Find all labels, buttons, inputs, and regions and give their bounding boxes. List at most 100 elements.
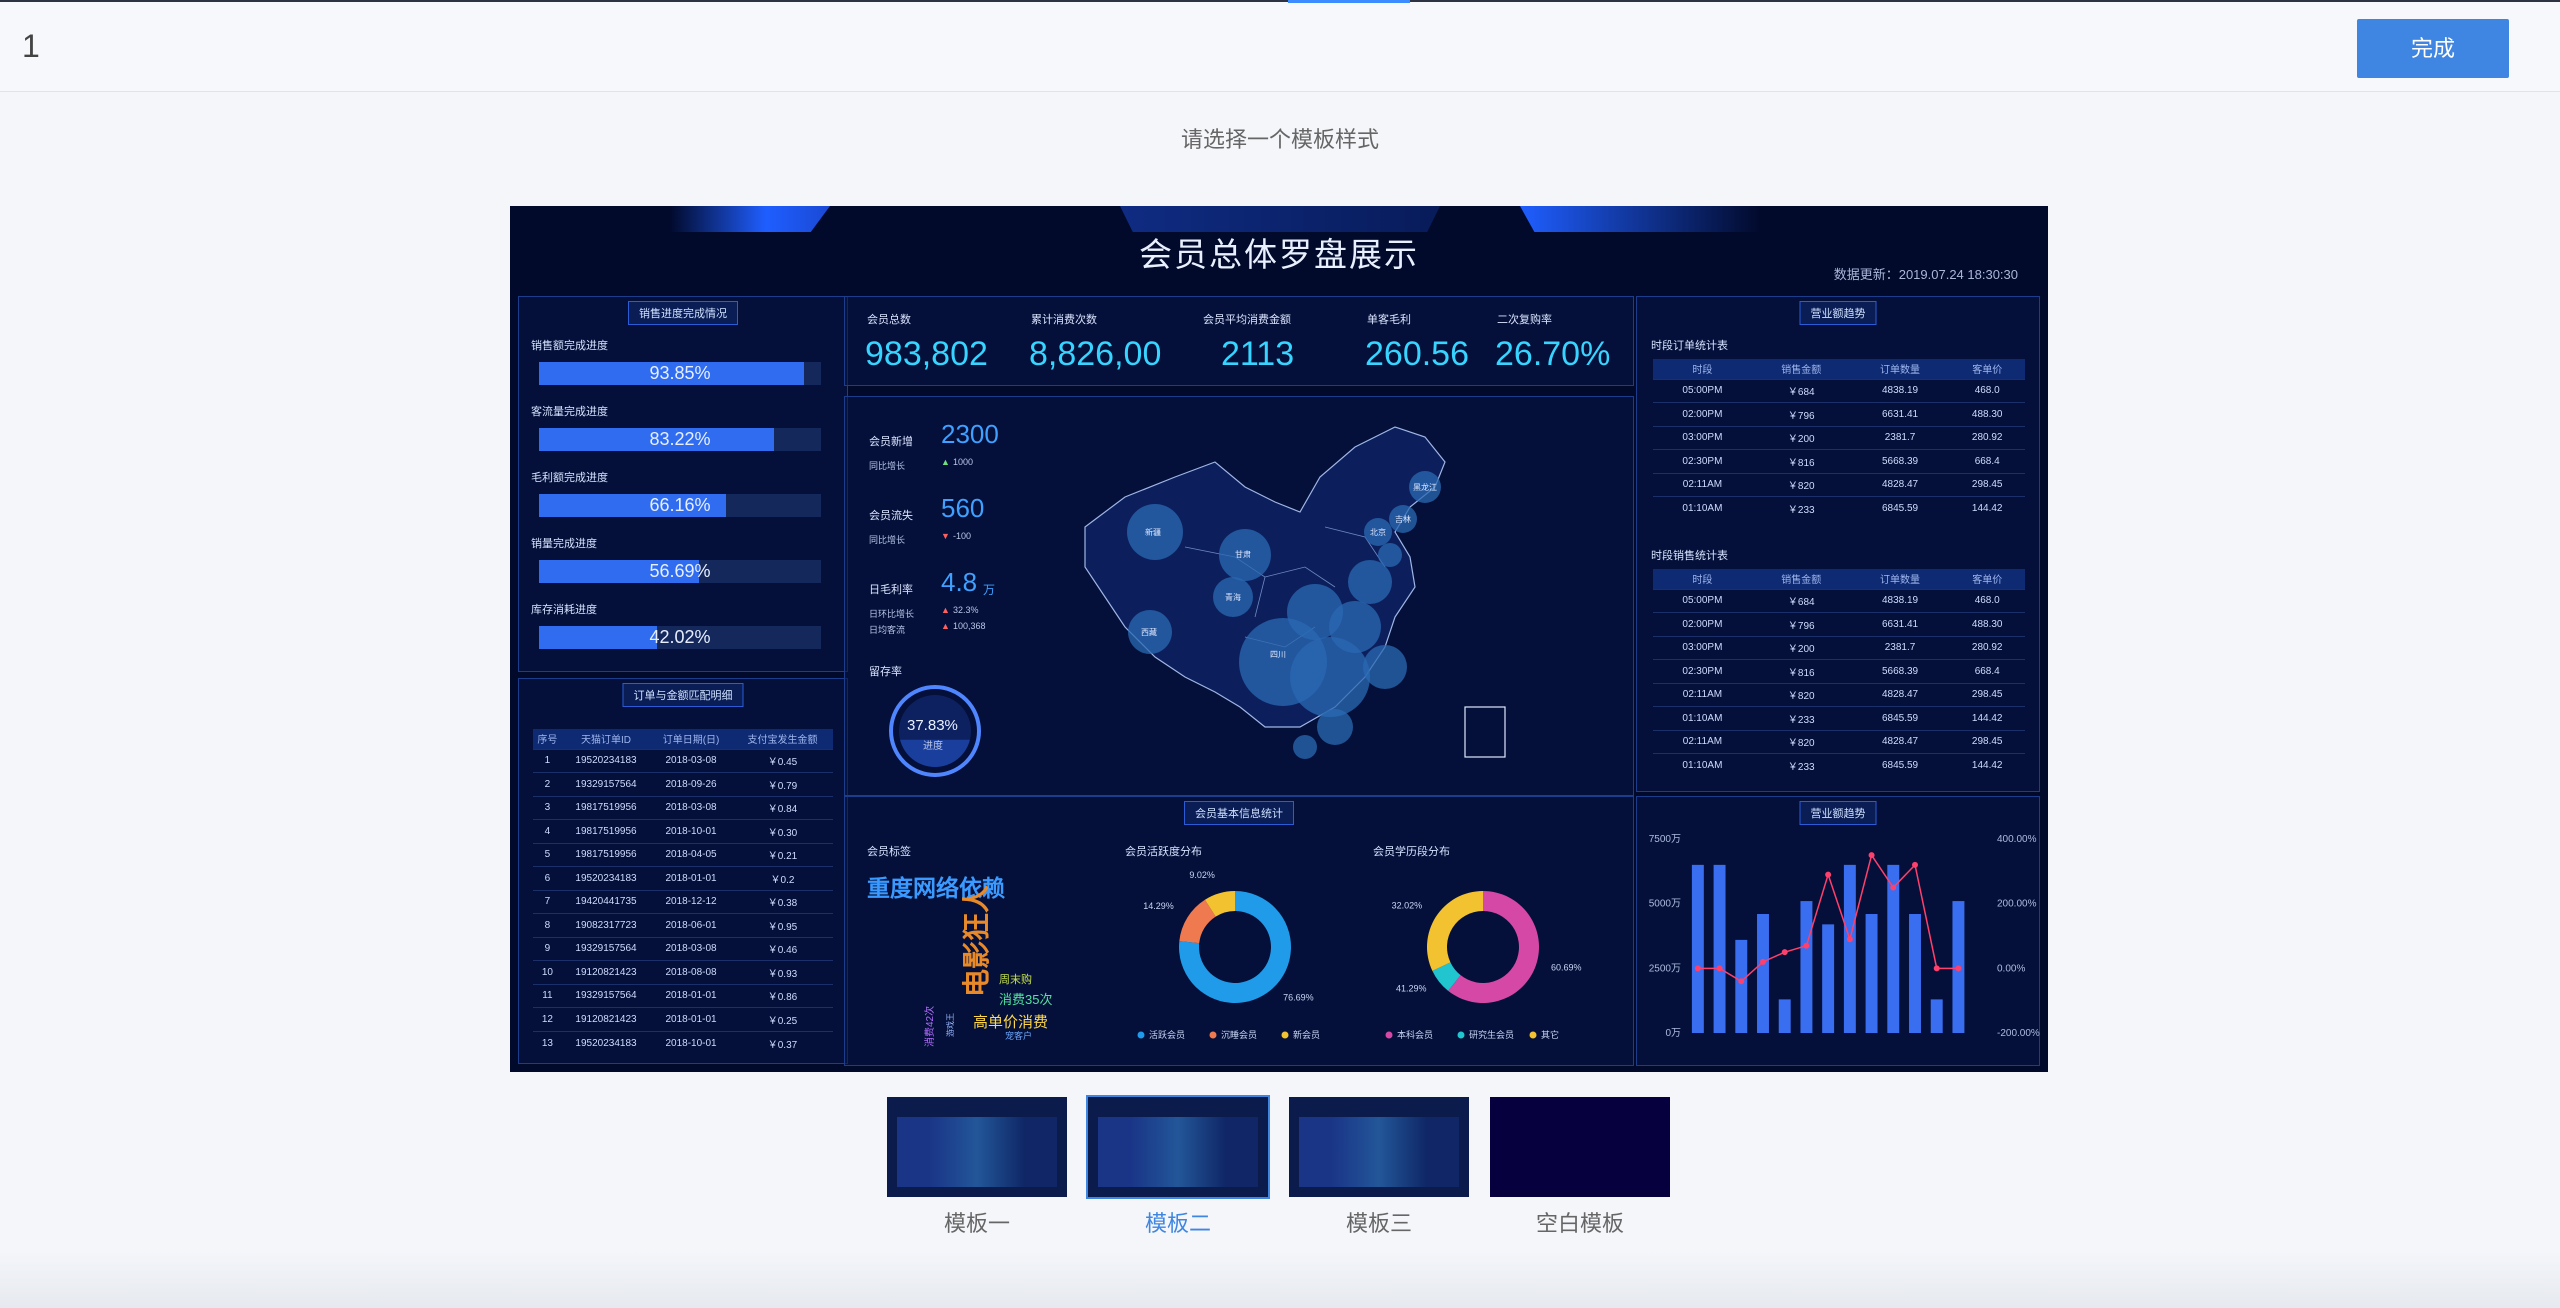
table-cell: 298.45 <box>1949 472 2025 497</box>
legend-label: 其它 <box>1541 1029 1559 1040</box>
table-cell: 12 <box>533 1007 562 1031</box>
table-row: 12 19120821423 2018-01-01 ￥0.25 <box>533 1007 833 1031</box>
member-info-panel: 会员基本信息统计 会员标签 重度网络依赖 电影狂人 高单价消费 消费35次 周末… <box>844 796 1634 1066</box>
tag-title: 会员标签 <box>867 846 911 858</box>
table-row: 01:10AM ￥233 6845.59 144.42 <box>1653 753 2025 777</box>
template-thumbnail-label[interactable]: 模板三 <box>1289 1206 1469 1238</box>
line-point <box>1738 978 1745 985</box>
template-thumbnail-label[interactable]: 模板一 <box>887 1206 1067 1238</box>
table-cell: ￥0.86 <box>731 983 833 1008</box>
margin-sub2-label: 日均客流 <box>869 625 906 635</box>
bar <box>1822 924 1835 1033</box>
revenue-trend-tab: 营业额趋势 <box>1799 301 1877 325</box>
margin-sub1-label: 日环比增长 <box>869 609 915 619</box>
hourly-stats-panel: 营业额趋势 时段订单统计表 时段 销售金额 订单数量 客单价 05:00PM ￥684 4… <box>1636 296 2040 792</box>
table-header-cell: 订单日期(日) <box>650 729 732 749</box>
table-cell: 02:11AM <box>1653 729 1752 754</box>
template-thumbnail[interactable] <box>1490 1097 1670 1197</box>
kpi-value: 260.56 <box>1365 335 1469 373</box>
table-cell: 02:30PM <box>1653 449 1752 473</box>
hourly-sales-table: 时段 销售金额 订单数量 客单价 05:00PM ￥684 4838.19 468.0 02:… <box>1653 569 2025 777</box>
bar <box>1909 914 1921 1033</box>
table-row: 5 19817519956 2018-04-05 ￥0.21 <box>533 842 833 867</box>
table-cell: 2018-06-01 <box>650 913 732 937</box>
table-cell: 19120821423 <box>561 1007 651 1031</box>
template-thumbnail[interactable] <box>887 1097 1067 1197</box>
progress-label: 毛利额完成进度 <box>531 472 608 484</box>
template-thumbnail[interactable] <box>1289 1097 1469 1197</box>
up-arrow-icon: ▲ <box>941 457 950 467</box>
progress-label: 库存消耗进度 <box>531 604 597 616</box>
table-row: 1 19520234183 2018-03-08 ￥0.45 <box>533 748 833 773</box>
y-right-tick-label: 0.00% <box>1997 963 2025 974</box>
progress-label: 销量完成进度 <box>531 538 597 550</box>
table-cell: 468.0 <box>1949 588 2025 613</box>
table-cell: 2018-01-01 <box>650 983 732 1008</box>
table-cell: 4838.19 <box>1850 378 1950 403</box>
table-cell: 668.4 <box>1949 659 2025 683</box>
table-cell: 144.42 <box>1949 706 2025 730</box>
table-cell: 4838.19 <box>1850 588 1950 613</box>
table-cell: 19520234183 <box>561 748 651 773</box>
tag-7: 游戏王 <box>946 1013 955 1037</box>
y-right-tick-label: -200.00% <box>1997 1028 2040 1039</box>
template-preview: 会员总体罗盘展示 数据更新：2019.07.24 18:30:30 销售进度完成… <box>510 206 2048 1072</box>
table-cell: ￥820 <box>1751 472 1851 497</box>
table-cell: 2018-01-01 <box>650 1007 732 1031</box>
line-point <box>1955 965 1962 972</box>
legend-marker <box>1529 1031 1537 1039</box>
tag-4: 周末购 <box>999 974 1032 986</box>
table-header-cell: 客单价 <box>1949 569 2025 589</box>
progress-label: 客流量完成进度 <box>531 406 608 418</box>
done-button[interactable]: 完成 <box>2357 19 2509 78</box>
progress-value: 93.85% <box>649 363 711 383</box>
table-cell: 4828.47 <box>1850 729 1950 754</box>
table-cell: ￥233 <box>1751 753 1851 777</box>
map-province-label: 北京 <box>1370 527 1386 537</box>
line-point <box>1868 852 1875 859</box>
table-cell: 6845.59 <box>1850 706 1950 730</box>
table-cell: 19329157564 <box>561 983 651 1008</box>
map-province-label: 青海 <box>1225 592 1241 602</box>
table-cell: 2018-10-01 <box>650 1030 732 1055</box>
template-thumbnail-label[interactable]: 模板二 <box>1088 1206 1268 1238</box>
table-cell: ￥0.45 <box>731 748 833 773</box>
order-match-panel: 订单与金额匹配明细 序号 天猫订单ID 订单日期(日) 支付宝发生金额 1 195202… <box>518 678 848 1064</box>
table-header-cell: 支付宝发生金额 <box>731 729 833 749</box>
table-header-cell: 时段 <box>1653 359 1752 379</box>
table-cell: 01:10AM <box>1653 706 1752 730</box>
table-row: 01:10AM ￥233 6845.59 144.42 <box>1653 706 2025 730</box>
map-province-label: 四川 <box>1270 650 1286 659</box>
map-province-label: 甘肃 <box>1235 549 1251 559</box>
y-left-tick-label: 2500万 <box>1649 963 1681 974</box>
revenue-trend-chart: 7500万 5000万 2500万 0万 400.00% 200.00% 0.00% -200… <box>1649 834 2040 1039</box>
bar <box>1865 914 1878 1033</box>
title-input[interactable]: 1 <box>22 28 40 65</box>
table-cell: 19329157564 <box>561 936 651 961</box>
table-cell: ￥0.46 <box>731 936 833 961</box>
table-row: 05:00PM ￥684 4838.19 468.0 <box>1653 588 2025 613</box>
table-header-cell: 订单数量 <box>1850 569 1950 589</box>
bar <box>1735 939 1748 1033</box>
table-row: 6 19520234183 2018-01-01 ￥0.2 <box>533 866 833 890</box>
table-cell: ￥0.2 <box>731 866 833 890</box>
member-info-tab: 会员基本信息统计 <box>1184 801 1294 825</box>
donut-slice <box>1427 891 1483 971</box>
table-cell: ￥684 <box>1751 588 1851 613</box>
table-row: 02:00PM ￥796 6631.41 488.30 <box>1653 402 2025 426</box>
kpi-panel: 会员总数 983,802 累计消费次数 8,826,00 会员平均消费金额 2113 单客毛… <box>844 296 1634 386</box>
template-thumbnail-label[interactable]: 空白模板 <box>1490 1206 1670 1238</box>
line-point <box>1846 936 1853 943</box>
table-cell: 05:00PM <box>1653 378 1752 403</box>
table-row: 02:11AM ￥820 4828.47 298.45 <box>1653 729 2025 754</box>
kpi-label: 会员平均消费金额 <box>1203 314 1291 326</box>
table-cell: 2018-09-26 <box>650 772 732 796</box>
order-match-tab: 订单与金额匹配明细 <box>622 683 744 707</box>
progress-value: 83.22% <box>649 429 711 449</box>
table-cell: ￥0.95 <box>731 913 833 937</box>
table-cell: 2018-10-01 <box>650 819 732 843</box>
activity-donut-chart: 76.69% 14.29% 9.02% 活跃会员 沉睡会员 新会员 <box>1137 870 1320 1040</box>
progress-value: 42.02% <box>649 627 711 647</box>
template-thumbnail[interactable] <box>1086 1095 1270 1199</box>
y-left-tick-label: 5000万 <box>1649 899 1681 910</box>
